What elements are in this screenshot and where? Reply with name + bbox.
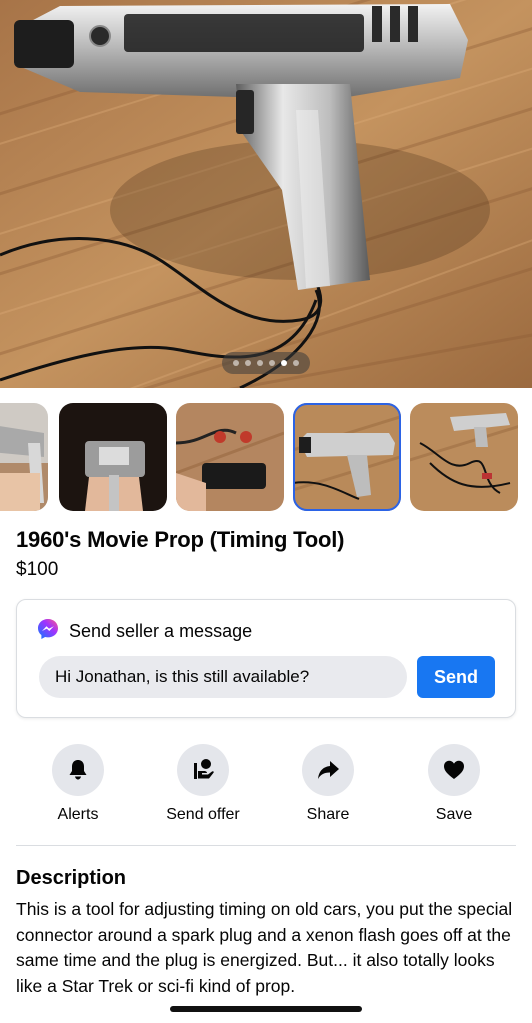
message-seller-card: Send seller a message Hi Jonathan, is th… [16,599,516,718]
thumbnail-1[interactable] [0,403,48,511]
share-icon-circle[interactable] [302,744,354,796]
photo-thumbnail-strip[interactable] [0,403,532,511]
pager-dot [233,360,239,366]
description-heading: Description [16,867,127,889]
listing-main-photo[interactable] [0,0,532,388]
pager-dot-active [281,360,287,366]
alerts-button[interactable]: Alerts [18,744,138,824]
thumbnail-2[interactable] [59,403,167,511]
thumbnail-5[interactable] [410,403,518,511]
photo-pager[interactable] [222,352,310,374]
send-offer-icon-circle[interactable] [177,744,229,796]
description-text: This is a tool for adjusting timing on o… [16,899,513,996]
share-icon [318,761,339,779]
pager-dot [257,360,263,366]
pager-dot [269,360,275,366]
message-input[interactable]: Hi Jonathan, is this still available? [39,656,407,698]
messenger-icon [37,618,59,645]
send-button[interactable]: Send [417,656,495,698]
listing-actions-row: Alerts Send offer Share Save [0,744,532,834]
listing-price: $100 [16,559,59,580]
thumbnail-3[interactable] [176,403,284,511]
save-icon-circle[interactable] [428,744,480,796]
share-button[interactable]: Share [268,744,388,824]
timing-light-photo [0,0,532,388]
alerts-icon-circle[interactable] [52,744,104,796]
send-offer-button[interactable]: Send offer [143,744,263,824]
save-label: Save [435,806,473,823]
alerts-label: Alerts [57,806,99,823]
save-button[interactable]: Save [394,744,514,824]
send-offer-label: Send offer [166,806,240,823]
heart-icon [444,760,464,779]
offer-icon [194,759,214,779]
bell-icon [69,760,87,780]
home-indicator[interactable] [170,1006,362,1012]
share-label: Share [306,806,350,823]
section-divider [16,845,516,846]
thumbnail-4-selected[interactable] [293,403,401,511]
message-card-header: Send seller a message [37,618,252,645]
message-card-heading: Send seller a message [69,621,253,641]
listing-title: 1960's Movie Prop (Timing Tool) [16,527,345,552]
pager-dot [293,360,299,366]
pager-dot [245,360,251,366]
